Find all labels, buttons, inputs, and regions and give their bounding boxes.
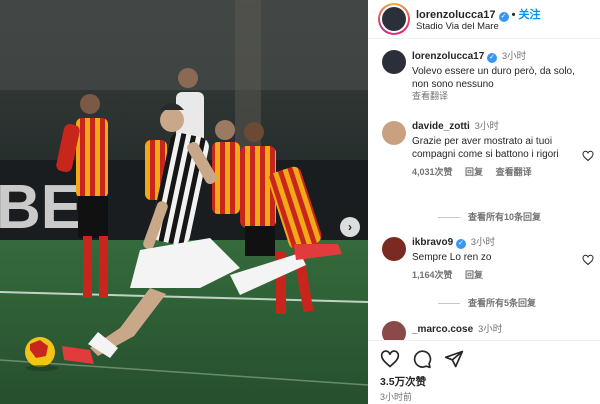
comment-username[interactable]: _marco.cose bbox=[412, 324, 473, 335]
post-side-panel: lorenzolucca17 ✓ • 关注 Stadio Via del Mar… bbox=[368, 0, 600, 404]
post-photo[interactable]: BE › bbox=[0, 0, 368, 404]
see-translation-link[interactable]: 查看翻译 bbox=[412, 90, 582, 103]
caption-text: Volevo essere un duro però, da solo, non… bbox=[412, 66, 575, 90]
chevron-right-icon: › bbox=[348, 220, 352, 234]
comment-text: Grazie per aver mostrato ai tuoi compagn… bbox=[412, 136, 559, 160]
verified-icon: ✓ bbox=[498, 12, 509, 22]
follow-button[interactable]: 关注 bbox=[519, 9, 541, 21]
heart-icon[interactable] bbox=[582, 150, 594, 162]
comment-likes[interactable]: 1,164次赞 bbox=[412, 270, 453, 280]
comment-username[interactable]: ikbravo9 bbox=[412, 237, 453, 248]
author-avatar-small[interactable] bbox=[382, 50, 406, 74]
caption-username[interactable]: lorenzolucca17 bbox=[412, 51, 484, 62]
post-timestamp: 3小时前 bbox=[380, 392, 413, 402]
caption-time: 3小时 bbox=[501, 51, 527, 62]
comment-username[interactable]: davide_zotti bbox=[412, 121, 470, 132]
comment-body: davide_zotti 3小时 Grazie per aver mostrat… bbox=[412, 120, 582, 179]
heart-icon[interactable] bbox=[582, 254, 594, 266]
comment-time: 3小时 bbox=[474, 121, 499, 132]
comment-time: 3小时 bbox=[477, 324, 503, 335]
verified-icon: ✓ bbox=[455, 239, 466, 249]
comment-icon[interactable] bbox=[412, 349, 432, 369]
commenter-avatar[interactable] bbox=[382, 121, 406, 145]
commenter-avatar[interactable] bbox=[382, 237, 406, 261]
caption-body: lorenzolucca17 ✓ 3小时 Volevo essere un du… bbox=[412, 50, 582, 103]
reply-button[interactable]: 回复 bbox=[465, 167, 483, 177]
comment-text: Sempre Lo ren zo bbox=[412, 252, 492, 263]
author-line: lorenzolucca17 ✓ • 关注 bbox=[416, 6, 541, 22]
comment-body: ikbravo9 ✓ 3小时 Sempre Lo ren zo 1,164次赞 … bbox=[412, 236, 582, 282]
share-icon[interactable] bbox=[444, 349, 464, 369]
comment-time: 3小时 bbox=[470, 237, 495, 248]
next-photo-button[interactable]: › bbox=[340, 217, 360, 237]
like-count[interactable]: 3.5万次赞 bbox=[380, 374, 426, 389]
author-avatar[interactable] bbox=[378, 3, 410, 35]
view-replies-link[interactable]: 查看所有10条回复 bbox=[438, 210, 541, 223]
see-translation-link[interactable]: 查看翻译 bbox=[496, 167, 532, 177]
location-link[interactable]: Stadio Via del Mare bbox=[416, 21, 499, 32]
comment-body: _marco.cose 3小时 bbox=[412, 323, 582, 336]
comment-meta: 1,164次赞 回复 bbox=[412, 269, 582, 282]
verified-icon: ✓ bbox=[487, 53, 498, 63]
post-header: lorenzolucca17 ✓ • 关注 Stadio Via del Mar… bbox=[368, 0, 600, 39]
heart-icon[interactable] bbox=[380, 349, 400, 369]
separator-dot: • bbox=[511, 9, 516, 21]
comment-likes[interactable]: 4,031次赞 bbox=[412, 167, 453, 177]
penalty-kick-photo: BE bbox=[0, 0, 368, 404]
author-username[interactable]: lorenzolucca17 bbox=[416, 9, 495, 21]
view-replies-link[interactable]: 查看所有5条回复 bbox=[438, 296, 536, 309]
svg-text:BE: BE bbox=[0, 173, 82, 242]
reply-button[interactable]: 回复 bbox=[465, 270, 483, 280]
comment-meta: 4,031次赞 回复 查看翻译 bbox=[412, 166, 582, 179]
post-actions: 3.5万次赞 3小时前 bbox=[368, 340, 600, 404]
